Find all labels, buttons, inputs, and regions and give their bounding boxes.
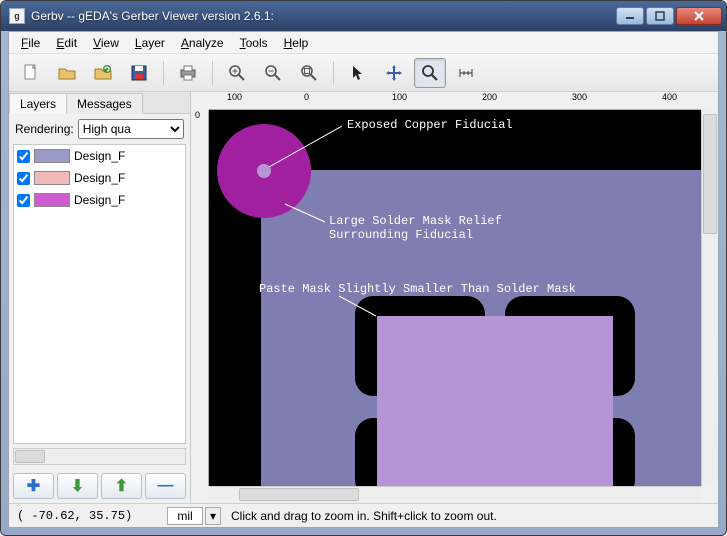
unit-input[interactable] — [167, 507, 203, 525]
layer-checkbox[interactable] — [17, 150, 30, 163]
layer-swatch[interactable] — [34, 171, 70, 185]
menu-analyze[interactable]: Analyze — [175, 34, 230, 52]
ruler-tick: 0 — [195, 110, 200, 120]
zoom-out-button[interactable] — [257, 58, 289, 88]
zoom-region-tool-button[interactable] — [414, 58, 446, 88]
layer-row[interactable]: Design_F — [14, 167, 185, 189]
app-window: g Gerbv -- gEDA's Gerber Viewer version … — [0, 0, 727, 536]
layer-row[interactable]: Design_F — [14, 189, 185, 211]
window-buttons — [616, 7, 722, 25]
layer-swatch[interactable] — [34, 149, 70, 163]
menu-file[interactable]: File — [15, 34, 46, 52]
layer-name: Design_F — [74, 171, 125, 185]
pointer-tool-button[interactable] — [342, 58, 374, 88]
paste-mask — [377, 316, 613, 486]
ruler-tick: 100 — [392, 92, 407, 102]
left-panel: Layers Messages Rendering: High qua Desi… — [9, 92, 191, 503]
zoom-fit-button[interactable] — [293, 58, 325, 88]
scrollbar-thumb[interactable] — [703, 114, 717, 234]
layer-add-button[interactable]: ✚ — [13, 473, 54, 499]
inner-frame: File Edit View Layer Analyze Tools Help — [8, 31, 719, 528]
layer-up-button[interactable]: ⬆ — [101, 473, 142, 499]
ruler-tick: 400 — [662, 92, 677, 102]
save-button[interactable] — [123, 58, 155, 88]
separator — [333, 61, 334, 85]
revert-button[interactable] — [87, 58, 119, 88]
ruler-tick: 300 — [572, 92, 587, 102]
rendering-row: Rendering: High qua — [9, 114, 190, 144]
annotation-paste: Paste Mask Slightly Smaller Than Solder … — [259, 282, 576, 296]
status-coords: ( -70.62, 35.75) — [17, 509, 157, 523]
open-button[interactable] — [51, 58, 83, 88]
ruler-tick: 0 — [304, 92, 309, 102]
scrollbar-corner — [191, 486, 209, 503]
ruler-vertical: 0 — [191, 110, 209, 486]
window-title: Gerbv -- gEDA's Gerber Viewer version 2.… — [31, 9, 616, 23]
scrollbar-vertical[interactable] — [701, 110, 718, 486]
layer-name: Design_F — [74, 193, 125, 207]
separator — [212, 61, 213, 85]
new-button[interactable] — [15, 58, 47, 88]
layer-name: Design_F — [74, 149, 125, 163]
menu-help[interactable]: Help — [278, 34, 315, 52]
ruler-horizontal: 100 0 100 200 300 400 — [209, 92, 701, 110]
layer-swatch[interactable] — [34, 193, 70, 207]
fiducial-circle — [217, 124, 311, 218]
tab-layers[interactable]: Layers — [9, 93, 67, 114]
layer-list: Design_F Design_F Design_F — [13, 144, 186, 444]
unit-selector: ▾ — [167, 507, 221, 525]
unit-dropdown-button[interactable]: ▾ — [205, 507, 221, 525]
status-hint: Click and drag to zoom in. Shift+click t… — [231, 509, 710, 523]
sidebar-hscroll[interactable] — [13, 448, 186, 465]
hscroll-row — [191, 486, 718, 503]
tab-messages[interactable]: Messages — [66, 93, 143, 114]
annotation-fiducial: Exposed Copper Fiducial — [347, 118, 513, 132]
layer-buttons: ✚ ⬇ ⬆ — — [9, 469, 190, 503]
canvas-row: 0 — [191, 110, 718, 486]
rendering-select[interactable]: High qua — [78, 119, 184, 139]
rendering-label: Rendering: — [15, 122, 74, 136]
canvas-viewport[interactable]: Exposed Copper Fiducial Large Solder Mas… — [209, 110, 701, 486]
zoom-in-button[interactable] — [221, 58, 253, 88]
canvas-area: 100 0 100 200 300 400 0 — [191, 92, 718, 503]
menu-tools[interactable]: Tools — [234, 34, 274, 52]
ruler-tick: 100 — [227, 92, 242, 102]
fiducial-via — [257, 164, 271, 178]
layer-row[interactable]: Design_F — [14, 145, 185, 167]
toolbar — [9, 54, 718, 92]
minimize-button[interactable] — [616, 7, 644, 25]
scrollbar-horizontal[interactable] — [209, 486, 701, 503]
menu-view[interactable]: View — [87, 34, 125, 52]
annotation-relief: Large Solder Mask Relief Surrounding Fid… — [329, 214, 502, 242]
app-icon: g — [9, 8, 25, 24]
scrollbar-thumb[interactable] — [15, 450, 45, 463]
body: Layers Messages Rendering: High qua Desi… — [9, 92, 718, 503]
menu-edit[interactable]: Edit — [50, 34, 83, 52]
maximize-button[interactable] — [646, 7, 674, 25]
menubar: File Edit View Layer Analyze Tools Help — [9, 32, 718, 54]
sidebar-tabs: Layers Messages — [9, 92, 190, 114]
layer-checkbox[interactable] — [17, 194, 30, 207]
separator — [163, 61, 164, 85]
layer-checkbox[interactable] — [17, 172, 30, 185]
layer-remove-button[interactable]: — — [145, 473, 186, 499]
layer-down-button[interactable]: ⬇ — [57, 473, 98, 499]
ruler-tick: 200 — [482, 92, 497, 102]
print-button[interactable] — [172, 58, 204, 88]
titlebar[interactable]: g Gerbv -- gEDA's Gerber Viewer version … — [1, 1, 726, 31]
menu-layer[interactable]: Layer — [129, 34, 171, 52]
pan-tool-button[interactable] — [378, 58, 410, 88]
scrollbar-thumb[interactable] — [239, 488, 359, 501]
close-button[interactable] — [676, 7, 722, 25]
statusbar: ( -70.62, 35.75) ▾ Click and drag to zoo… — [9, 503, 718, 527]
measure-tool-button[interactable] — [450, 58, 482, 88]
